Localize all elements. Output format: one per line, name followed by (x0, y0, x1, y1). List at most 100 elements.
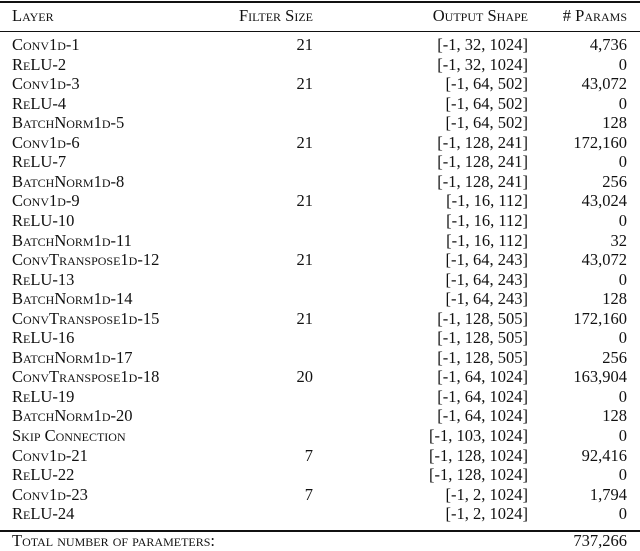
layer-name-cell: Conv1d-21 (12, 445, 88, 465)
table-row: ReLU-10 [-1, 16, 112] 0 (0, 211, 640, 231)
layer-name-cell: ConvTranspose1d-12 (12, 250, 160, 270)
table-row: ReLU-7 [-1, 128, 241] 0 (0, 152, 640, 172)
layer-name-cell: BatchNorm1d-11 (12, 230, 132, 250)
output-shape-cell: [-1, 128, 241] (437, 171, 528, 191)
layer-name-cell: ReLU-4 (12, 93, 67, 113)
params-cell: 128 (602, 113, 627, 133)
table-row: ReLU-19 [-1, 64, 1024] 0 (0, 387, 640, 407)
header-layer: Layer (12, 6, 54, 25)
table-row: ReLU-4 [-1, 64, 502] 0 (0, 94, 640, 114)
table-row: ConvTranspose1d-12 21 [-1, 64, 243] 43,072 (0, 250, 640, 270)
params-cell: 0 (618, 386, 627, 406)
output-shape-cell: [-1, 128, 241] (437, 152, 528, 172)
table-row: BatchNorm1d-8 [-1, 128, 241] 256 (0, 172, 640, 192)
params-cell: 43,072 (581, 250, 627, 270)
params-cell: 128 (602, 406, 627, 426)
table-row: ReLU-16 [-1, 128, 505] 0 (0, 328, 640, 348)
params-cell: 0 (618, 54, 627, 74)
layer-name-cell: ConvTranspose1d-15 (12, 308, 160, 328)
output-shape-cell: [-1, 128, 1024] (429, 445, 528, 465)
output-shape-cell: [-1, 16, 112] (446, 230, 528, 250)
output-shape-cell: [-1, 128, 241] (437, 132, 528, 152)
table-row: ConvTranspose1d-15 21 [-1, 128, 505] 172,16… (0, 309, 640, 329)
output-shape-cell: [-1, 128, 505] (437, 347, 528, 367)
filter-size-cell: 21 (296, 191, 314, 211)
output-shape-cell: [-1, 128, 505] (437, 328, 528, 348)
table-row: Conv1d-6 21 [-1, 128, 241] 172,160 (0, 133, 640, 153)
params-cell: 43,072 (581, 74, 627, 94)
output-shape-cell: [-1, 2, 1024] (445, 504, 528, 524)
layer-name-cell: BatchNorm1d-17 (12, 347, 133, 367)
filter-size-cell: 21 (296, 35, 314, 54)
table-row: ReLU-2 [-1, 32, 1024] 0 (0, 55, 640, 75)
output-shape-cell: [-1, 16, 112] (446, 191, 528, 211)
header-params: # Params (562, 6, 627, 25)
filter-size-cell: 21 (296, 308, 314, 328)
params-cell: 0 (618, 93, 627, 113)
params-cell: 256 (602, 171, 627, 191)
table-row: BatchNorm1d-14 [-1, 64, 243] 128 (0, 289, 640, 309)
layer-name-cell: Conv1d-23 (12, 484, 88, 504)
table-row: ConvTranspose1d-18 20 [-1, 64, 1024] 163,90… (0, 367, 640, 387)
params-cell: 163,904 (573, 367, 627, 387)
params-cell: 0 (618, 210, 627, 230)
layer-name-cell: BatchNorm1d-5 (12, 113, 125, 133)
table-row: Conv1d-3 21 [-1, 64, 502] 43,072 (0, 74, 640, 94)
filter-size-cell: 21 (296, 132, 314, 152)
output-shape-cell: [-1, 32, 1024] (437, 54, 528, 74)
filter-size-cell: 7 (304, 445, 313, 465)
table-row: Skip Connection [-1, 103, 1024] 0 (0, 426, 640, 446)
layer-name-cell: Skip Connection (12, 426, 126, 445)
params-cell: 92,416 (581, 445, 627, 465)
layer-name-cell: ReLU-2 (12, 54, 67, 74)
layer-name-cell: ReLU-7 (12, 152, 67, 172)
table-row: Conv1d-23 7 [-1, 2, 1024] 1,794 (0, 485, 640, 505)
layer-name-cell: ReLU-13 (12, 269, 75, 289)
layer-name-cell: Conv1d-1 (12, 35, 80, 54)
table-row: BatchNorm1d-20 [-1, 64, 1024] 128 (0, 406, 640, 426)
params-cell: 0 (618, 269, 627, 289)
params-cell: 4,736 (589, 35, 627, 54)
layer-name-cell: ReLU-10 (12, 210, 75, 230)
params-cell: 0 (618, 465, 627, 485)
header-filter-size: Filter Size (238, 6, 313, 25)
params-cell: 172,160 (573, 308, 627, 328)
output-shape-cell: [-1, 32, 1024] (437, 35, 528, 54)
filter-size-cell: 7 (304, 484, 313, 504)
layer-name-cell: Conv1d-6 (12, 132, 80, 152)
footer-label: Total number of parameters: (12, 531, 215, 550)
filter-size-cell: 21 (296, 250, 314, 270)
params-cell: 0 (618, 426, 627, 445)
table-top-rule (0, 1, 640, 3)
output-shape-cell: [-1, 128, 1024] (429, 465, 528, 485)
table-row: BatchNorm1d-5 [-1, 64, 502] 128 (0, 113, 640, 133)
params-cell: 0 (618, 152, 627, 172)
table-row: ReLU-22 [-1, 128, 1024] 0 (0, 465, 640, 485)
table-footer-row: Total number of parameters: 737,266 (0, 531, 640, 551)
table-row: ReLU-24 [-1, 2, 1024] 0 (0, 504, 640, 524)
layer-name-cell: BatchNorm1d-20 (12, 406, 133, 426)
table-row: Conv1d-21 7 [-1, 128, 1024] 92,416 (0, 446, 640, 466)
output-shape-cell: [-1, 64, 243] (445, 269, 528, 289)
output-shape-cell: [-1, 64, 1024] (437, 367, 528, 387)
table-row: Conv1d-1 21 [-1, 32, 1024] 4,736 (0, 35, 640, 55)
output-shape-cell: [-1, 64, 502] (445, 93, 528, 113)
layer-name-cell: BatchNorm1d-14 (12, 289, 133, 309)
params-cell: 0 (618, 504, 627, 524)
output-shape-cell: [-1, 64, 502] (445, 113, 528, 133)
layer-name-cell: ConvTranspose1d-18 (12, 367, 160, 387)
header-output-shape: Output Shape (432, 6, 528, 25)
layer-name-cell: Conv1d-3 (12, 74, 80, 94)
output-shape-cell: [-1, 64, 243] (445, 250, 528, 270)
output-shape-cell: [-1, 64, 1024] (437, 386, 528, 406)
table-row: ReLU-13 [-1, 64, 243] 0 (0, 270, 640, 290)
output-shape-cell: [-1, 64, 243] (445, 289, 528, 309)
params-cell: 43,024 (581, 191, 627, 211)
output-shape-cell: [-1, 103, 1024] (429, 426, 528, 445)
layer-name-cell: ReLU-16 (12, 328, 75, 348)
params-cell: 128 (602, 289, 627, 309)
table-row: BatchNorm1d-11 [-1, 16, 112] 32 (0, 231, 640, 251)
layer-name-cell: ReLU-19 (12, 386, 75, 406)
params-cell: 0 (618, 328, 627, 348)
table-row: BatchNorm1d-17 [-1, 128, 505] 256 (0, 348, 640, 368)
